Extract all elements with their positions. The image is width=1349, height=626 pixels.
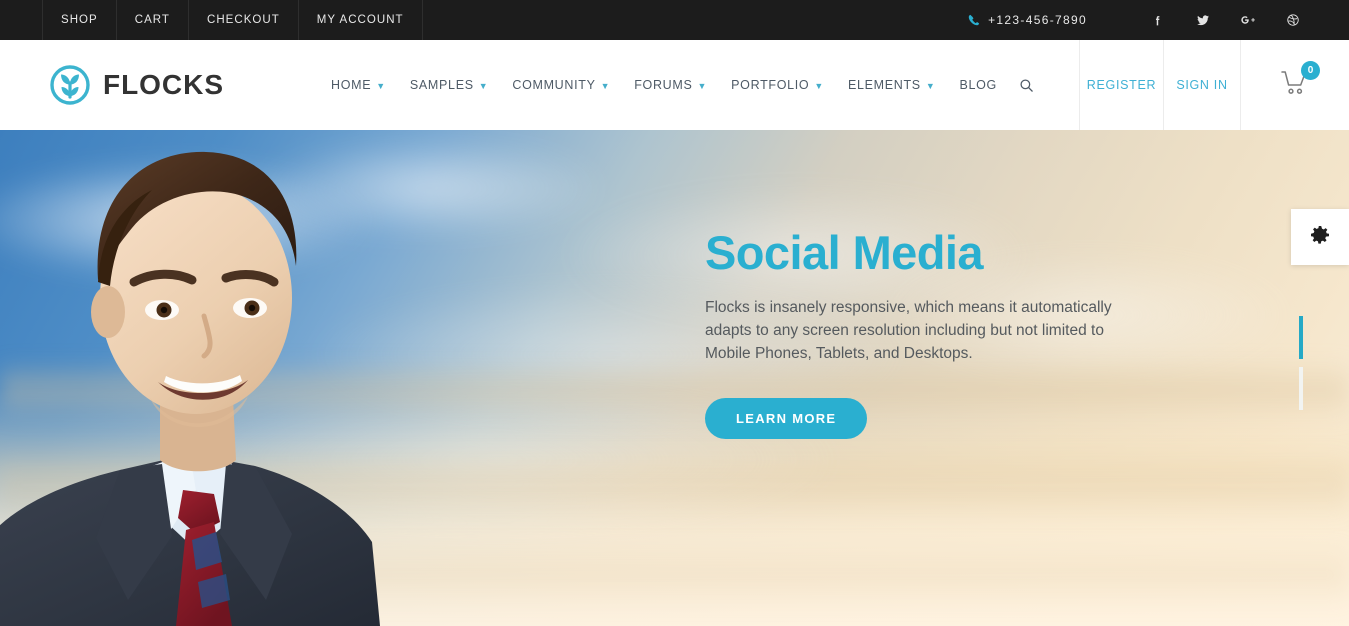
- nav-item-label: SAMPLES: [409, 78, 474, 92]
- shopping-cart-button[interactable]: 0: [1240, 40, 1349, 130]
- nav-item-forums[interactable]: FORUMS ▼: [622, 40, 719, 130]
- main-navigation: HOME ▼ SAMPLES ▼ COMMUNITY ▼ FORUMS ▼ PO…: [244, 40, 1079, 130]
- nav-item-elements[interactable]: ELEMENTS ▼: [836, 40, 948, 130]
- register-button[interactable]: REGISTER: [1079, 40, 1163, 130]
- logo[interactable]: FLOCKS: [0, 40, 244, 130]
- nav-item-label: FORUMS: [634, 78, 693, 92]
- header-actions: REGISTER SIGN IN 0: [1079, 40, 1349, 130]
- slider-pagination: [1299, 316, 1303, 410]
- shopping-cart-icon: [1280, 70, 1310, 100]
- phone-icon: [968, 14, 980, 26]
- slider-dot-2[interactable]: [1299, 367, 1303, 410]
- social-links: [1135, 0, 1315, 40]
- top-bar: SHOP CART CHECKOUT MY ACCOUNT +123-456-7…: [0, 0, 1349, 40]
- cart-count-badge: 0: [1301, 60, 1320, 80]
- topbar-link-checkout[interactable]: CHECKOUT: [189, 0, 299, 40]
- nav-item-label: HOME: [331, 78, 372, 92]
- hero-description: Flocks is insanely responsive, which mea…: [705, 299, 1112, 363]
- theme-settings-toggle[interactable]: [1291, 209, 1349, 265]
- hero-content: Social Media Flocks is insanely responsi…: [705, 226, 1175, 440]
- google-plus-icon[interactable]: [1225, 0, 1270, 40]
- twitter-icon[interactable]: [1180, 0, 1225, 40]
- nav-item-label: PORTFOLIO: [731, 78, 810, 92]
- phone-number-text: +123-456-7890: [988, 13, 1087, 27]
- nav-item-label: COMMUNITY: [512, 78, 596, 92]
- nav-item-community[interactable]: COMMUNITY ▼: [500, 40, 622, 130]
- hero-businessman-photo: [0, 130, 460, 626]
- main-header: FLOCKS HOME ▼ SAMPLES ▼ COMMUNITY ▼ FORU…: [0, 40, 1349, 130]
- logo-text: FLOCKS: [103, 69, 224, 100]
- chevron-down-icon: ▼: [600, 80, 611, 91]
- chevron-down-icon: ▼: [925, 80, 936, 91]
- slider-dot-1[interactable]: [1299, 316, 1303, 359]
- nav-item-blog[interactable]: BLOG: [947, 40, 1009, 130]
- learn-more-button[interactable]: LEARN MORE: [705, 398, 868, 440]
- nav-item-portfolio[interactable]: PORTFOLIO ▼: [719, 40, 836, 130]
- sign-in-button[interactable]: SIGN IN: [1163, 40, 1240, 130]
- top-bar-links: SHOP CART CHECKOUT MY ACCOUNT: [42, 0, 423, 40]
- hero-slider: Social Media Flocks is insanely responsi…: [0, 130, 1349, 626]
- chevron-down-icon: ▼: [697, 80, 708, 91]
- topbar-link-my-account[interactable]: MY ACCOUNT: [299, 0, 423, 40]
- flocks-logo-icon: [50, 65, 90, 105]
- phone-number[interactable]: +123-456-7890: [968, 13, 1087, 27]
- topbar-link-cart[interactable]: CART: [117, 0, 189, 40]
- gear-icon: [1308, 223, 1332, 252]
- chevron-down-icon: ▼: [376, 80, 386, 91]
- nav-item-label: ELEMENTS: [847, 78, 921, 92]
- search-icon[interactable]: [1009, 40, 1044, 130]
- topbar-link-shop[interactable]: SHOP: [42, 0, 117, 40]
- dribbble-icon[interactable]: [1270, 0, 1315, 40]
- facebook-icon[interactable]: [1135, 0, 1180, 40]
- chevron-down-icon: ▼: [814, 80, 824, 91]
- chevron-down-icon: ▼: [478, 80, 489, 91]
- nav-item-label: BLOG: [959, 78, 997, 92]
- nav-item-home[interactable]: HOME ▼: [319, 40, 398, 130]
- nav-item-samples[interactable]: SAMPLES ▼: [398, 40, 500, 130]
- hero-title: Social Media: [705, 226, 984, 279]
- top-bar-right: +123-456-7890: [968, 0, 1349, 40]
